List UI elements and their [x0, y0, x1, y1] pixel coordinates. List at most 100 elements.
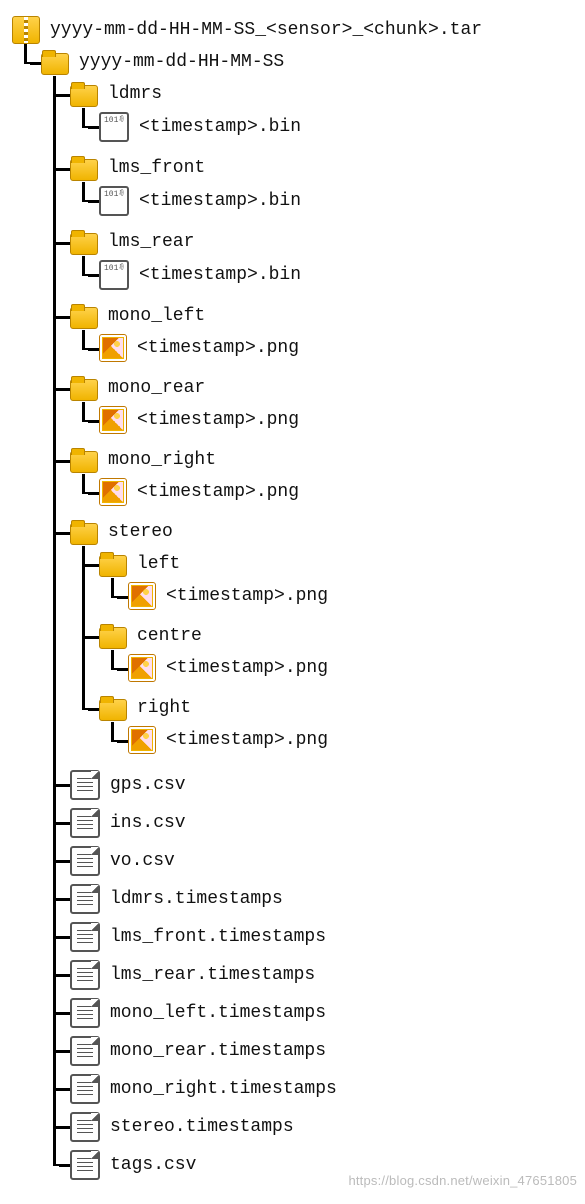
tree-row: lms_rear.timestamps	[70, 960, 573, 990]
folder-icon	[99, 699, 127, 721]
node-label: <timestamp>.bin	[139, 261, 301, 289]
folder-icon	[70, 379, 98, 401]
image-file-icon	[128, 726, 156, 754]
tree-row: mono_left	[70, 302, 573, 330]
node-label: lms_front.timestamps	[110, 923, 326, 951]
node-label: ldmrs.timestamps	[110, 885, 283, 913]
folder-icon	[70, 523, 98, 545]
node-label: mono_left.timestamps	[110, 999, 326, 1027]
tree-row: <timestamp>.png	[99, 478, 573, 506]
tree-row: mono_right	[70, 446, 573, 474]
node-label: lms_front	[108, 154, 205, 182]
node-label: <timestamp>.png	[137, 406, 299, 434]
text-file-icon	[70, 770, 100, 800]
tree-row: ldmrs	[70, 80, 573, 108]
image-file-icon	[99, 478, 127, 506]
tree-node: <timestamp>.png	[99, 330, 573, 366]
folder-icon	[70, 85, 98, 107]
tree-node: mono_left.timestamps	[70, 994, 573, 1032]
node-children: <timestamp>.bin	[82, 182, 573, 220]
folder-icon	[70, 451, 98, 473]
binary-file-icon	[99, 186, 129, 216]
text-file-icon	[70, 922, 100, 952]
node-children: left<timestamp>.pngcentre<timestamp>.png…	[82, 546, 573, 762]
tree-row: left	[99, 550, 573, 578]
node-label: mono_left	[108, 302, 205, 330]
tree-node: left<timestamp>.png	[99, 546, 573, 618]
tree-node: <timestamp>.png	[128, 578, 573, 614]
tree-node: right <timestamp>.png	[99, 690, 573, 762]
folder-icon	[99, 627, 127, 649]
folder-icon	[41, 53, 69, 75]
node-children: <timestamp>.png	[111, 650, 573, 686]
tree-row: gps.csv	[70, 770, 573, 800]
node-children: <timestamp>.png	[82, 474, 573, 510]
tree-node: <timestamp>.bin	[99, 256, 573, 294]
tree-node: mono_right.timestamps	[70, 1070, 573, 1108]
text-file-icon	[70, 1074, 100, 1104]
folder-icon	[99, 555, 127, 577]
binary-file-icon	[99, 112, 129, 142]
tree-row: <timestamp>.bin	[99, 260, 573, 290]
node-label: <timestamp>.png	[137, 334, 299, 362]
binary-file-icon	[99, 260, 129, 290]
tree-node: ldmrs <timestamp>.bin	[70, 76, 573, 150]
node-children: ldmrs <timestamp>.bin lms_front <timestamp>…	[53, 76, 573, 1184]
text-file-icon	[70, 1150, 100, 1180]
text-file-icon	[70, 1112, 100, 1142]
tree-node: <timestamp>.bin	[99, 182, 573, 220]
node-children: <timestamp>.png	[82, 402, 573, 438]
archive-icon	[12, 16, 40, 44]
node-label: <timestamp>.png	[166, 726, 328, 754]
tree-row: lms_front	[70, 154, 573, 182]
tree-node: <timestamp>.png	[99, 474, 573, 510]
node-label: mono_rear	[108, 374, 205, 402]
tree-node: <timestamp>.bin	[99, 108, 573, 146]
text-file-icon	[70, 960, 100, 990]
tree-row: lms_front.timestamps	[70, 922, 573, 952]
tree-row: lms_rear	[70, 228, 573, 256]
tree-node: <timestamp>.png	[128, 722, 573, 758]
tree-row: mono_right.timestamps	[70, 1074, 573, 1104]
tree-row: right	[99, 694, 573, 722]
tree-node: yyyy-mm-dd-HH-MM-SSldmrs<timestamp>.binl…	[41, 44, 573, 1188]
tree-row: centre	[99, 622, 573, 650]
text-file-icon	[70, 846, 100, 876]
tree-row: <timestamp>.png	[99, 334, 573, 362]
node-children: <timestamp>.bin	[82, 108, 573, 146]
node-label: yyyy-mm-dd-HH-MM-SS_<sensor>_<chunk>.tar	[50, 16, 482, 44]
tree-row: <timestamp>.bin	[99, 112, 573, 142]
text-file-icon	[70, 808, 100, 838]
image-file-icon	[128, 582, 156, 610]
tree-row: mono_rear.timestamps	[70, 1036, 573, 1066]
node-label: ins.csv	[110, 809, 186, 837]
tree-node: mono_rear.timestamps	[70, 1032, 573, 1070]
node-label: centre	[137, 622, 202, 650]
tree-row: stereo.timestamps	[70, 1112, 573, 1142]
node-children: yyyy-mm-dd-HH-MM-SSldmrs<timestamp>.binl…	[24, 44, 573, 1188]
node-label: <timestamp>.png	[137, 478, 299, 506]
tree-node: yyyy-mm-dd-HH-MM-SS_<sensor>_<chunk>.tar…	[12, 12, 573, 1192]
node-children: <timestamp>.png	[111, 722, 573, 758]
tree-row: <timestamp>.png	[128, 726, 573, 754]
tree-node: centre<timestamp>.png	[99, 618, 573, 690]
node-label: gps.csv	[110, 771, 186, 799]
folder-icon	[70, 233, 98, 255]
tree-node: lms_front.timestamps	[70, 918, 573, 956]
node-label: <timestamp>.bin	[139, 187, 301, 215]
tree-node: vo.csv	[70, 842, 573, 880]
tree-node: mono_left <timestamp>.png	[70, 298, 573, 370]
folder-icon	[70, 159, 98, 181]
tree-row: ldmrs.timestamps	[70, 884, 573, 914]
tree-node: ins.csv	[70, 804, 573, 842]
node-label: mono_rear.timestamps	[110, 1037, 326, 1065]
text-file-icon	[70, 1036, 100, 1066]
node-label: stereo	[108, 518, 173, 546]
node-label: ldmrs	[108, 80, 162, 108]
node-label: stereo.timestamps	[110, 1113, 294, 1141]
tree-row: ins.csv	[70, 808, 573, 838]
node-label: mono_right	[108, 446, 216, 474]
file-tree: yyyy-mm-dd-HH-MM-SS_<sensor>_<chunk>.tar…	[12, 12, 573, 1192]
node-children: <timestamp>.png	[111, 578, 573, 614]
tree-row: <timestamp>.bin	[99, 186, 573, 216]
